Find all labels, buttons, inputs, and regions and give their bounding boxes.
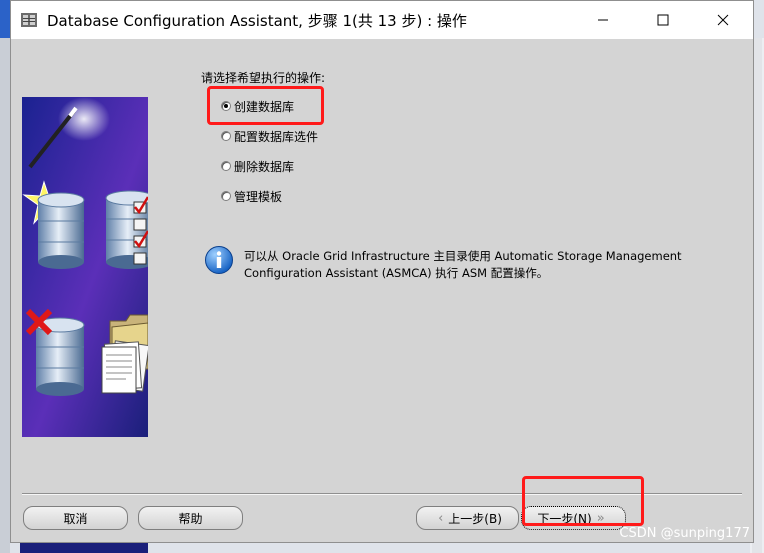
maximize-icon bbox=[657, 14, 669, 26]
annotation-highlight-next bbox=[522, 476, 644, 526]
back-button[interactable]: ‹ 上一步(B) bbox=[416, 506, 519, 530]
help-button[interactable]: 帮助 bbox=[138, 506, 243, 530]
dbca-window: Database Configuration Assistant, 步骤 1(共… bbox=[10, 0, 754, 543]
maximize-button[interactable] bbox=[633, 1, 693, 39]
back-button-label[interactable]: 上一步(B) bbox=[448, 510, 502, 527]
help-button-label[interactable]: 帮助 bbox=[178, 510, 202, 527]
title-bar[interactable]: Database Configuration Assistant, 步骤 1(共… bbox=[11, 1, 753, 39]
radio-label[interactable]: 配置数据库选件 bbox=[234, 128, 318, 145]
window-title: Database Configuration Assistant, 步骤 1(共… bbox=[47, 11, 467, 30]
close-icon bbox=[717, 14, 729, 26]
radio-button[interactable] bbox=[221, 131, 231, 141]
csdn-watermark: CSDN @sunping177 bbox=[619, 526, 750, 541]
info-icon bbox=[205, 246, 233, 274]
window-controls bbox=[573, 1, 753, 39]
background-bottom-strip bbox=[20, 542, 148, 553]
cancel-button-label[interactable]: 取消 bbox=[63, 510, 87, 527]
radio-label[interactable]: 删除数据库 bbox=[234, 158, 294, 175]
radio-manage-templates[interactable]: 管理模板 bbox=[221, 187, 282, 205]
radio-configure-database-options[interactable]: 配置数据库选件 bbox=[221, 127, 318, 145]
close-button[interactable] bbox=[693, 1, 753, 39]
database-wizard-illustration bbox=[22, 97, 148, 437]
database-cylinder-icon bbox=[37, 192, 85, 269]
chevron-left-icon: ‹ bbox=[438, 510, 444, 526]
annotation-highlight-create bbox=[207, 86, 324, 125]
background-left-strip bbox=[0, 0, 10, 553]
document-stack-icon bbox=[101, 340, 148, 394]
operation-prompt: 请选择希望执行的操作: bbox=[201, 71, 326, 85]
database-app-icon bbox=[19, 10, 39, 30]
dialog-client-area: 请选择希望执行的操作: 创建数据库 配置数据库选件 删除数据库 管理模板 可以从… bbox=[11, 39, 753, 542]
radio-label[interactable]: 管理模板 bbox=[234, 188, 282, 205]
radio-button[interactable] bbox=[221, 161, 231, 171]
checklist-icon bbox=[133, 196, 148, 265]
asm-info-message: 可以从 Oracle Grid Infrastructure 主目录使用 Aut… bbox=[244, 249, 682, 280]
radio-delete-database[interactable]: 删除数据库 bbox=[221, 157, 294, 175]
background-app-tab bbox=[0, 0, 10, 38]
minimize-icon bbox=[598, 19, 608, 21]
radio-button[interactable] bbox=[221, 191, 231, 201]
minimize-button[interactable] bbox=[573, 1, 633, 39]
cancel-button[interactable]: 取消 bbox=[23, 506, 128, 530]
